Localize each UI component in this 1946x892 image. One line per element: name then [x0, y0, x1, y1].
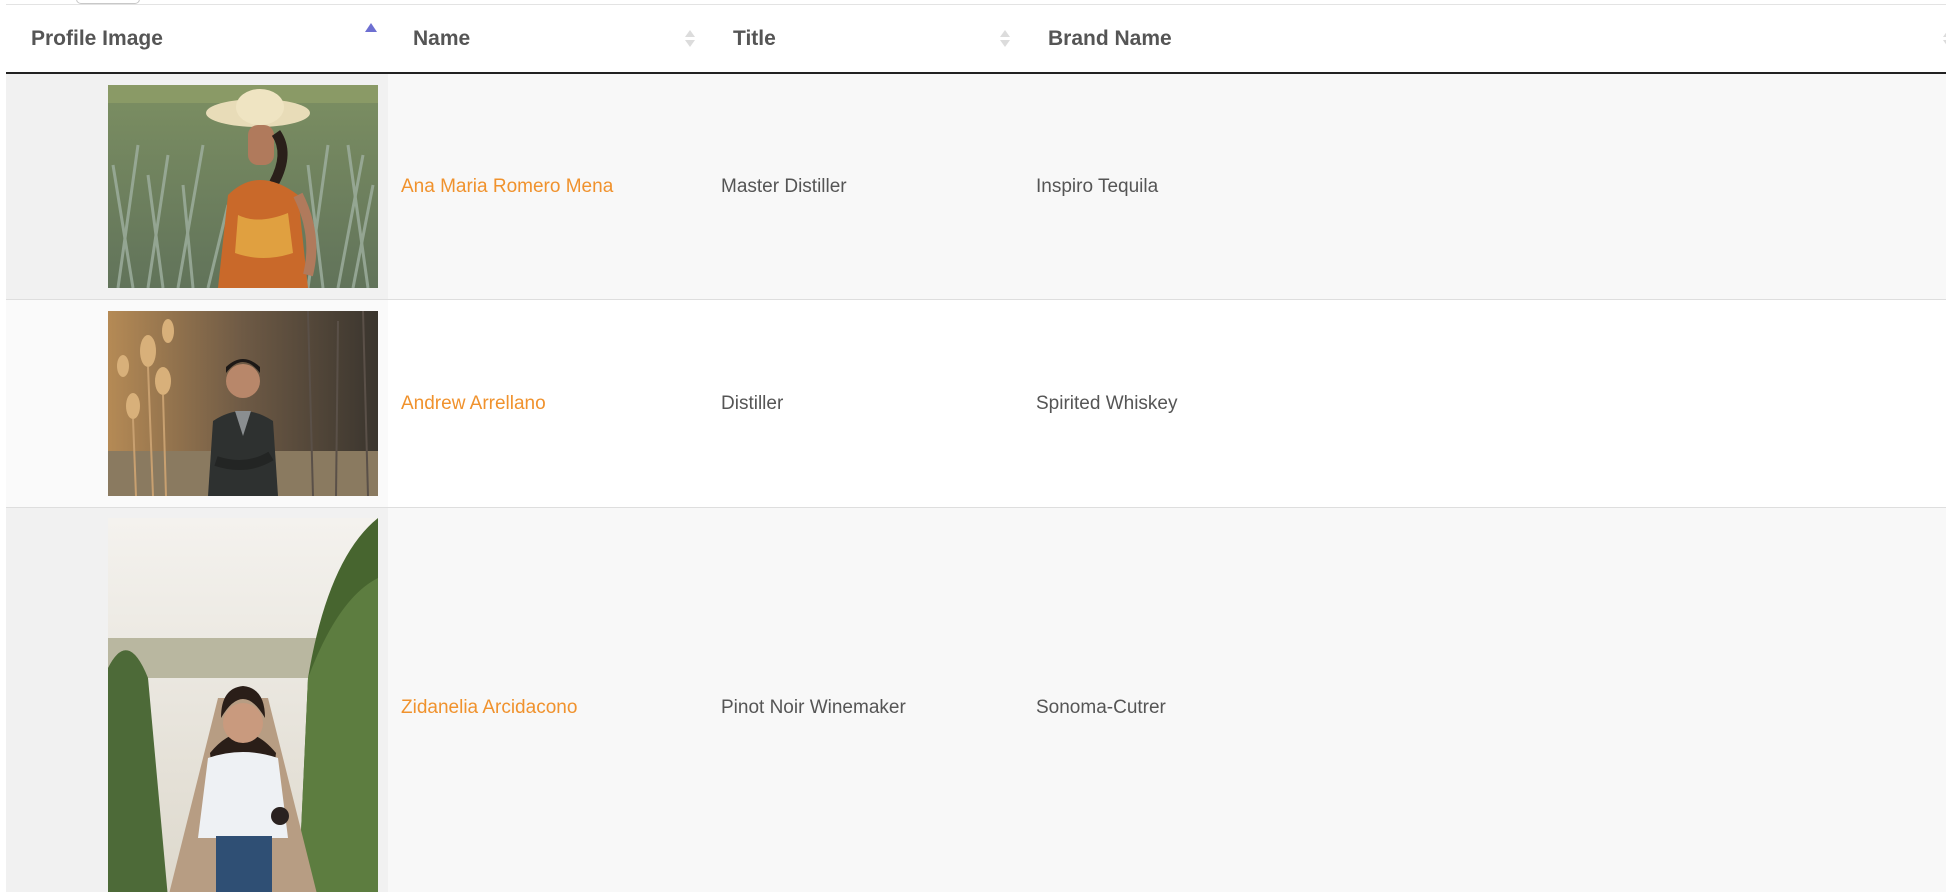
column-header-label: Brand Name: [1048, 26, 1172, 50]
profile-image-cell: [6, 507, 388, 892]
brand-text: Inspiro Tequila: [1036, 175, 1159, 197]
title-text: Master Distiller: [721, 175, 847, 197]
title-cell: Pinot Noir Winemaker: [708, 507, 1023, 892]
title-text: Distiller: [721, 392, 784, 414]
name-cell: Andrew Arrellano: [388, 299, 708, 508]
title-text: Pinot Noir Winemaker: [721, 697, 906, 718]
table-header-row: Profile Image Name Title Brand Name: [6, 4, 1946, 74]
column-header-name[interactable]: Name: [388, 4, 708, 74]
profile-photo-image: [108, 311, 378, 496]
column-header-label: Name: [413, 26, 471, 50]
name-cell: Ana Maria Romero Mena: [388, 73, 708, 300]
name-link[interactable]: Zidanelia Arcidacono: [388, 697, 577, 719]
column-header-brand-name[interactable]: Brand Name: [1023, 4, 1946, 74]
profile-photo: [108, 518, 378, 892]
profile-image-cell: [6, 299, 388, 508]
table-row: Ana Maria Romero Mena Master Distiller I…: [6, 73, 1946, 300]
brand-cell: Sonoma-Cutrer: [1023, 507, 1946, 892]
title-cell: Master Distiller: [708, 73, 1023, 300]
brand-text: Spirited Whiskey: [1036, 392, 1178, 414]
brand-text: Sonoma-Cutrer: [1036, 697, 1166, 718]
title-cell: Distiller: [708, 299, 1023, 508]
profiles-table: Profile Image Name Title Brand Name Ana …: [6, 4, 1946, 892]
profile-photo-image: [108, 518, 378, 892]
column-header-profile-image[interactable]: Profile Image: [6, 4, 388, 74]
table-row: Andrew Arrellano Distiller Spirited Whis…: [6, 299, 1946, 508]
name-link[interactable]: Andrew Arrellano: [388, 393, 546, 415]
profile-photo: [108, 311, 378, 496]
column-header-title[interactable]: Title: [708, 4, 1023, 74]
name-link[interactable]: Ana Maria Romero Mena: [388, 176, 613, 198]
sort-ascending-icon[interactable]: [365, 22, 377, 49]
profile-image-cell: [6, 73, 388, 300]
sort-icon[interactable]: [1000, 29, 1010, 49]
profile-photo: [108, 85, 378, 288]
brand-cell: Spirited Whiskey: [1023, 299, 1946, 508]
brand-cell: Inspiro Tequila: [1023, 73, 1946, 300]
profile-photo-image: [108, 85, 378, 288]
name-cell: Zidanelia Arcidacono: [388, 507, 708, 892]
table-page: Profile Image Name Title Brand Name Ana …: [0, 0, 1946, 892]
table-row: Zidanelia Arcidacono Pinot Noir Winemake…: [6, 507, 1946, 892]
column-header-label: Title: [733, 26, 776, 50]
column-header-label: Profile Image: [31, 26, 163, 50]
sort-icon[interactable]: [685, 29, 695, 49]
